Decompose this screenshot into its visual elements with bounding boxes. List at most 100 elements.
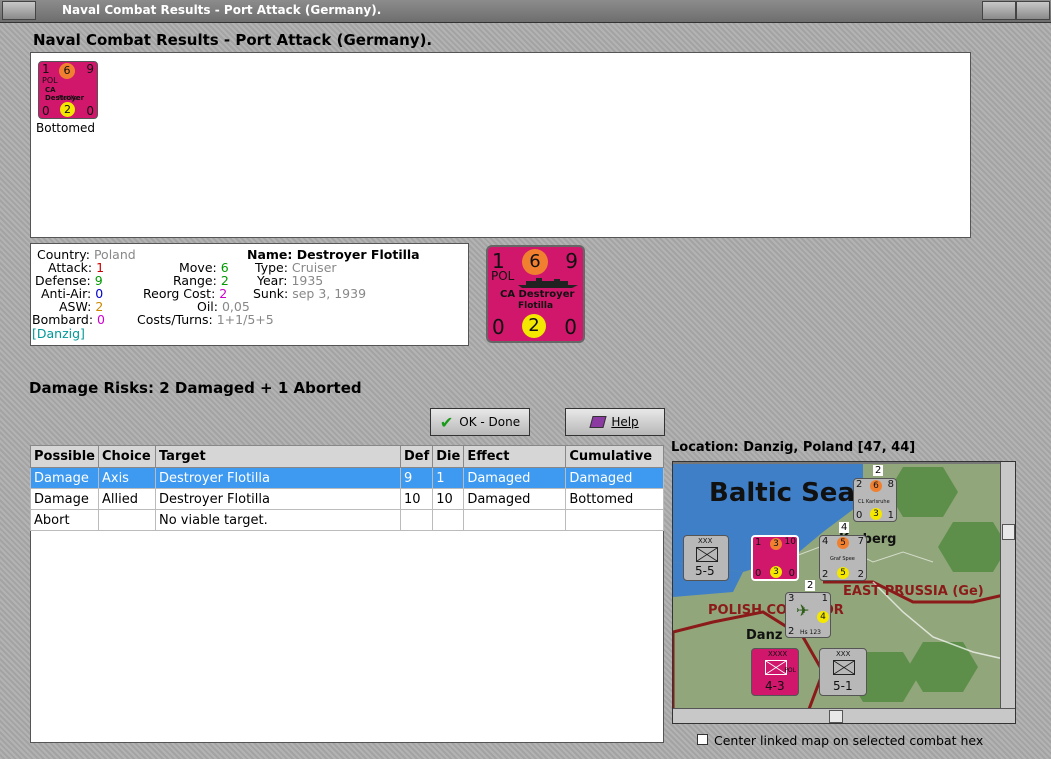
- cell: [463, 509, 567, 531]
- linked-map[interactable]: Baltic Sea EAST PRUSSIA (Ge) POLISH CORR…: [672, 461, 1016, 724]
- map-unit-value: 7: [857, 536, 864, 547]
- sea-label: Baltic Sea: [709, 478, 855, 508]
- close-button[interactable]: [1016, 1, 1050, 20]
- map-unit-value: 3: [770, 538, 782, 550]
- map-unit-value: 6: [870, 480, 882, 492]
- checkmark-icon: ✔: [439, 412, 454, 432]
- map-vertical-scrollbar[interactable]: [1000, 462, 1015, 711]
- map-unit-value: 4-3: [765, 679, 785, 693]
- table-row[interactable]: Abort No viable target.: [30, 509, 664, 531]
- map-unit-name: CL Karlsruhe: [858, 499, 890, 505]
- map-unit-value: 5: [837, 537, 849, 549]
- center-map-checkbox[interactable]: [697, 734, 708, 745]
- map-unit-value: 8: [887, 479, 894, 490]
- cell: 10: [432, 488, 465, 510]
- col-effect[interactable]: Effect: [463, 445, 567, 468]
- cell: [399, 509, 434, 531]
- map-unit-karlsruhe[interactable]: 2 6 8 CL Karlsruhe 0 3 1: [853, 478, 897, 522]
- map-unit-value: 1: [755, 537, 762, 548]
- large-bl: 0: [492, 315, 505, 339]
- map-unit-nation: POL: [784, 667, 796, 674]
- map-unit-value: 4: [817, 611, 829, 623]
- plane-icon: ✈: [796, 601, 810, 620]
- cell: Allied: [97, 488, 156, 510]
- col-cumulative[interactable]: Cumulative: [565, 445, 664, 468]
- costs-label: Costs/Turns:: [137, 312, 213, 327]
- unit-bl: 0: [42, 104, 50, 118]
- map-horizontal-scrollbar[interactable]: [673, 708, 1015, 723]
- large-move-circle: 6: [522, 249, 548, 275]
- center-map-label: Center linked map on selected combat hex: [714, 733, 984, 748]
- book-icon: [589, 416, 607, 428]
- ok-label: OK - Done: [459, 415, 521, 429]
- unit-location: [Danzig]: [32, 326, 85, 341]
- system-menu-button[interactable]: [2, 1, 36, 20]
- minimize-button[interactable]: [982, 1, 1016, 20]
- vertical-scroll-thumb[interactable]: [1002, 524, 1015, 540]
- unit-defense: 9: [86, 62, 94, 76]
- map-unit-value: 5-1: [833, 679, 853, 693]
- map-unit-value: 2: [788, 626, 795, 637]
- map-unit-value: 3: [870, 508, 882, 520]
- map-unit-value: 0: [788, 568, 795, 579]
- result-unit-counter[interactable]: 1 6 9 POL CA Destroyer Flotilla 0 2 0: [38, 61, 98, 119]
- cell: [432, 509, 465, 531]
- col-target[interactable]: Target: [154, 445, 401, 468]
- cell: 9: [399, 467, 434, 489]
- map-unit-value: 3: [788, 593, 795, 604]
- unit-name2: Flotilla: [58, 95, 78, 102]
- ok-done-button[interactable]: ✔ OK - Done: [430, 408, 530, 436]
- map-unit-value: 3: [770, 566, 782, 578]
- combat-table: Possible Choice Target Def Die Effect Cu…: [30, 445, 664, 531]
- page-title: Naval Combat Results - Port Attack (Germ…: [33, 31, 433, 49]
- bombard-value: 0: [97, 312, 105, 327]
- map-unit-name: Hs 123: [800, 629, 821, 636]
- map-unit-value: 0: [755, 568, 762, 579]
- map-unit-value: 2: [822, 569, 829, 580]
- ship-icon: [518, 278, 578, 288]
- table-row[interactable]: Damage Allied Destroyer Flotilla 10 10 D…: [30, 488, 664, 510]
- bombard-label: Bombard:: [32, 312, 94, 327]
- unit-nation: POL: [42, 76, 58, 85]
- map-unit-hs123[interactable]: 3 1 ✈ 4 2 Hs 123: [785, 592, 831, 638]
- col-possible[interactable]: Possible: [30, 445, 99, 468]
- map-unit-value: 10: [784, 537, 796, 547]
- city-danzig: Danz: [746, 628, 783, 643]
- horizontal-scroll-thumb[interactable]: [829, 710, 843, 723]
- unit-info-panel: Country: Poland Attack: 1 Defense: 9 Ant…: [30, 243, 469, 346]
- large-range-circle: 2: [522, 314, 546, 338]
- col-die[interactable]: Die: [432, 445, 465, 468]
- table-row[interactable]: Damage Axis Destroyer Flotilla 9 1 Damag…: [30, 467, 664, 489]
- title-bar: Naval Combat Results - Port Attack (Germ…: [0, 0, 1051, 23]
- map-unit-name: Graf Spee: [830, 556, 855, 562]
- map-unit-value: 2: [856, 479, 863, 490]
- map-unit-value: 5-5: [695, 564, 715, 578]
- map-unit-value: 2: [857, 569, 864, 580]
- sunk-label: Sunk:: [253, 286, 289, 301]
- cell: No viable target.: [154, 509, 401, 531]
- large-name: CA Destroyer: [500, 289, 575, 300]
- map-unit-value: 5: [837, 567, 849, 579]
- window-title: Naval Combat Results - Port Attack (Germ…: [62, 3, 382, 17]
- help-button[interactable]: Help: [565, 408, 665, 436]
- unit-br: 0: [86, 104, 94, 118]
- map-unit-corps-5-1[interactable]: XXX 5-1: [819, 648, 867, 696]
- col-choice[interactable]: Choice: [97, 445, 156, 468]
- map-unit-corps-5-5[interactable]: XXX 5-5: [683, 535, 729, 581]
- map-unit-name: XXX: [836, 650, 851, 658]
- map-unit-name: XXX: [698, 537, 713, 545]
- cell: Damage: [30, 488, 99, 510]
- cell: Axis: [97, 467, 156, 489]
- infantry-icon: [696, 547, 718, 562]
- cell: Destroyer Flotilla: [154, 488, 401, 510]
- cell: 1: [432, 467, 465, 489]
- map-unit-graf-spee[interactable]: 4 5 7 Graf Spee 2 5 2: [819, 535, 867, 581]
- cell: Damaged: [463, 467, 567, 489]
- col-def[interactable]: Def: [399, 445, 434, 468]
- large-nation: POL: [491, 269, 515, 283]
- cell: Bottomed: [565, 488, 664, 510]
- stack-count: 2: [873, 465, 884, 476]
- cell: Destroyer Flotilla: [154, 467, 401, 489]
- map-unit-destroyer-selected[interactable]: 1 3 10 0 3 0: [751, 535, 799, 581]
- map-unit-polish-army[interactable]: XXXX POL 4-3: [751, 648, 799, 696]
